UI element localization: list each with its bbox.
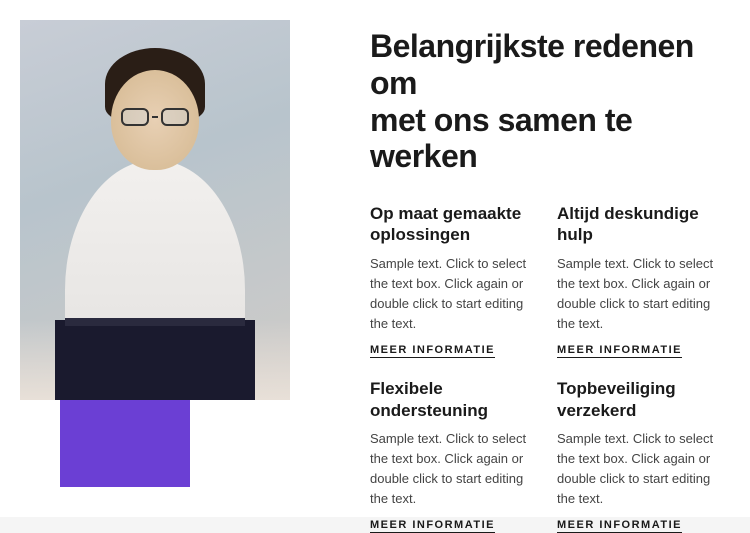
meer-link-1[interactable]: MEER INFORMATIE	[370, 344, 495, 358]
photo-container	[20, 20, 290, 400]
feature-title-1: Op maat gemaakte oplossingen	[370, 203, 533, 246]
feature-title-2: Altijd deskundige hulp	[557, 203, 720, 246]
right-section: Belangrijkste redenen om met ons samen t…	[340, 0, 750, 517]
meer-link-4[interactable]: MEER INFORMATIE	[557, 519, 682, 533]
page: Belangrijkste redenen om met ons samen t…	[0, 0, 750, 517]
feature-title-3: Flexibele ondersteuning	[370, 378, 533, 421]
meer-link-2[interactable]: MEER INFORMATIE	[557, 344, 682, 358]
meer-link-3[interactable]: MEER INFORMATIE	[370, 519, 495, 533]
photo-image	[20, 20, 290, 400]
features-grid: Op maat gemaakte oplossingen Sample text…	[370, 203, 720, 533]
feature-item-1: Op maat gemaakte oplossingen Sample text…	[370, 203, 533, 358]
feature-text-3: Sample text. Click to select the text bo…	[370, 429, 533, 510]
feature-text-4: Sample text. Click to select the text bo…	[557, 429, 720, 510]
feature-text-2: Sample text. Click to select the text bo…	[557, 254, 720, 335]
feature-item-4: Topbeveiliging verzekerd Sample text. Cl…	[557, 378, 720, 533]
feature-item-2: Altijd deskundige hulp Sample text. Clic…	[557, 203, 720, 358]
main-title: Belangrijkste redenen om met ons samen t…	[370, 28, 720, 175]
left-section	[0, 0, 340, 517]
feature-title-4: Topbeveiliging verzekerd	[557, 378, 720, 421]
feature-text-1: Sample text. Click to select the text bo…	[370, 254, 533, 335]
feature-item-3: Flexibele ondersteuning Sample text. Cli…	[370, 378, 533, 533]
